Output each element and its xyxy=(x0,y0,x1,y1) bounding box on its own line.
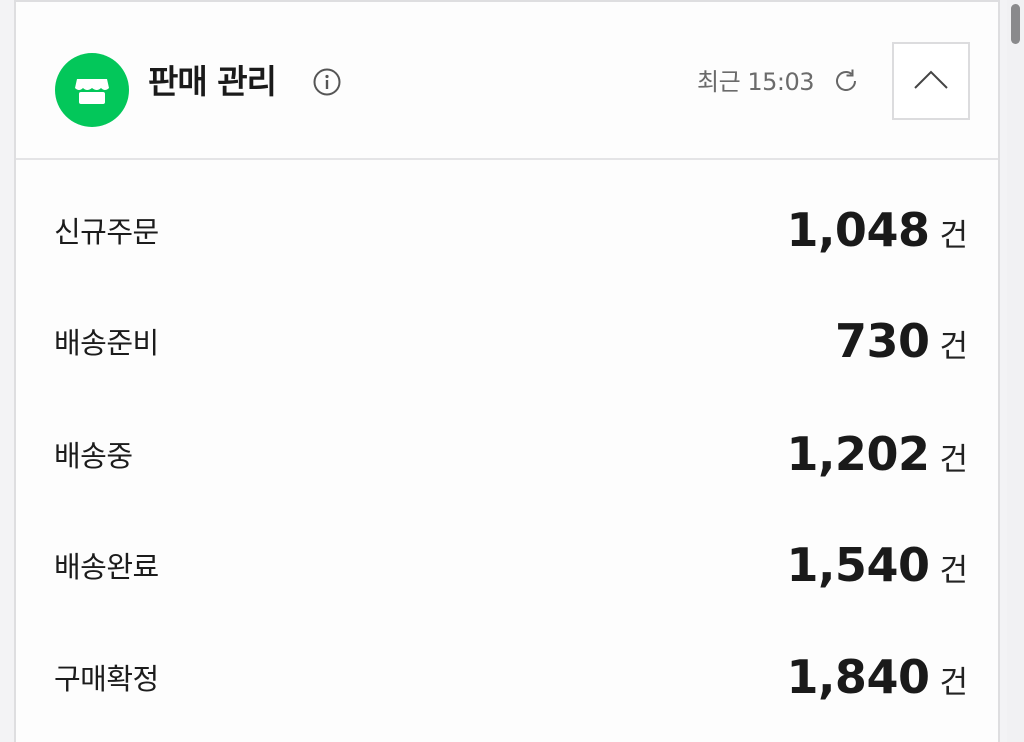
last-updated-time: 최근 15:03 xyxy=(697,68,814,96)
stat-count: 1,048 xyxy=(786,203,930,257)
panel-header: 판매 관리 최근 15:03 xyxy=(16,2,998,160)
vertical-scrollbar[interactable] xyxy=(1007,0,1024,742)
stat-count: 1,202 xyxy=(786,427,930,481)
stat-row-preparing-shipment[interactable]: 배송준비 730 건 xyxy=(16,299,998,389)
collapse-button[interactable] xyxy=(892,42,970,120)
stat-unit: 건 xyxy=(939,665,968,701)
store-icon xyxy=(55,53,129,127)
stat-label: 배송중 xyxy=(54,439,133,473)
stat-unit: 건 xyxy=(939,553,968,589)
stat-label: 배송완료 xyxy=(54,550,159,584)
stat-unit: 건 xyxy=(939,329,968,365)
scrollbar-thumb[interactable] xyxy=(1011,4,1020,44)
chevron-up-icon xyxy=(914,70,948,89)
stat-value: 1,202 건 xyxy=(786,424,968,495)
stat-row-delivered[interactable]: 배송완료 1,540 건 xyxy=(16,523,998,613)
info-icon[interactable] xyxy=(312,67,342,97)
stat-count: 1,840 xyxy=(786,650,930,704)
stat-row-in-delivery[interactable]: 배송중 1,202 건 xyxy=(16,412,998,502)
stat-unit: 건 xyxy=(939,218,968,254)
page: 판매 관리 최근 15:03 신규주문 1,048 건 배송준비 730 건 배… xyxy=(0,0,1024,742)
stat-value: 1,048 건 xyxy=(786,200,968,271)
stat-label: 배송준비 xyxy=(54,326,159,360)
stat-value: 1,840 건 xyxy=(786,647,968,718)
stat-value: 1,540 건 xyxy=(786,535,968,606)
stat-unit: 건 xyxy=(939,442,968,478)
stat-row-purchase-confirmed[interactable]: 구매확정 1,840 건 xyxy=(16,635,998,725)
stat-value: 730 건 xyxy=(835,311,968,382)
stat-row-new-orders[interactable]: 신규주문 1,048 건 xyxy=(16,188,998,278)
stat-count: 1,540 xyxy=(786,538,930,592)
stat-label: 신규주문 xyxy=(54,215,159,249)
sales-management-panel: 판매 관리 최근 15:03 신규주문 1,048 건 배송준비 730 건 배… xyxy=(14,0,1000,742)
stat-count: 730 xyxy=(834,314,930,368)
stat-label: 구매확정 xyxy=(54,662,159,696)
refresh-icon[interactable] xyxy=(831,66,861,96)
panel-title: 판매 관리 xyxy=(148,62,277,101)
